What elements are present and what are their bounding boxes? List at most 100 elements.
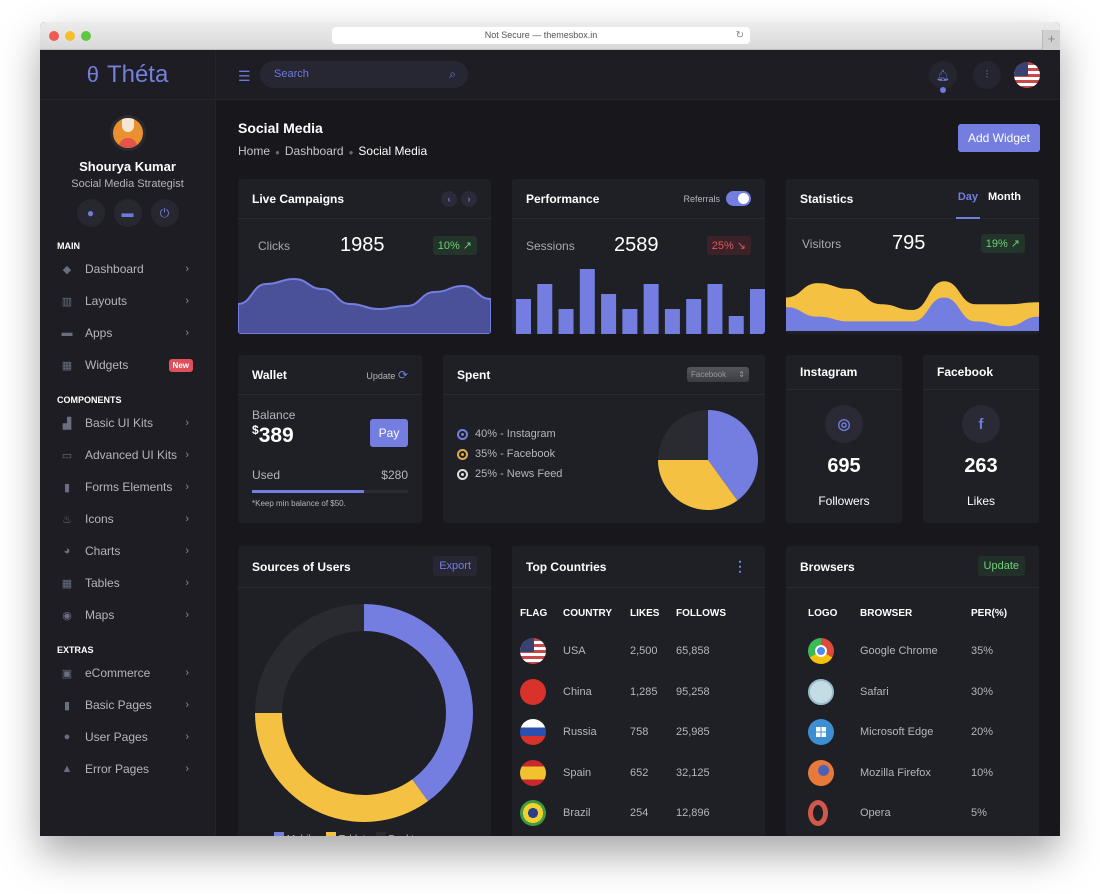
live-campaigns-card: Live Campaigns ‹ › Clicks 1985 10% ↗ [238,179,491,334]
country-cell: Brazil [563,807,591,820]
breadcrumb-dashboard[interactable]: Dashboard [285,144,344,158]
language-flag-us[interactable] [1014,62,1040,88]
top-countries-card: Top Countries ⋮ FLAG COUNTRY LIKES FOLLOWS … [512,546,765,836]
wallet-note: *Keep min balance of $50. [252,499,346,508]
edge-logo-icon [808,719,834,746]
page-header: Social Media Home ● Dashboard ● Social Media… [238,120,1040,158]
name-cell: Opera [860,807,891,820]
sidebar-item-basic-pages[interactable]: ▮ Basic Pages › [40,689,215,721]
notification-dot [940,87,946,93]
sidebar-item-label: Advanced UI Kits [85,448,178,462]
column-header[interactable]: LOGO [808,608,860,631]
warning-icon: ▲ [61,763,73,775]
user-icon[interactable]: ● [76,199,105,227]
sessions-bar-chart [516,269,765,334]
profile-name: Shourya Kumar [79,159,176,174]
sidebar-item-tables[interactable]: ▦ Tables › [40,567,215,599]
toggle-icon: ▭ [61,449,73,462]
file-icon: ▮ [63,481,71,494]
statistics-card: Statistics Day Month Visitors 795 19% ↗ [786,179,1039,334]
search-icon[interactable]: ⌕ [449,61,456,88]
column-header[interactable]: COUNTRY [563,608,630,631]
table-row: Mozilla Firefox 10% [808,753,1021,794]
sidebar-item-error-pages[interactable]: ▲ Error Pages › [40,753,215,785]
column-header[interactable]: PER(%) [971,608,1021,631]
add-widget-button[interactable]: Add Widget [958,124,1040,152]
menu-toggle-icon[interactable]: ☰ [238,68,251,85]
sidebar-item-ecommerce[interactable]: ▣ eCommerce › [40,657,215,689]
breadcrumb-home[interactable]: Home [238,144,270,158]
follows-cell: 12,896 [676,807,710,820]
refresh-icon[interactable]: ⟳ [398,368,408,382]
column-header[interactable]: BROWSER [860,608,971,631]
search-placeholder: Search [274,68,309,80]
legend-tablet: Tablet [326,832,366,836]
update-link[interactable]: Update [366,371,395,381]
likes-label: Likes [966,494,995,508]
session-bar [558,309,574,334]
sidebar-item-charts[interactable]: ◕ Charts › [40,535,215,567]
notifications-button[interactable]: 🔔︎ [929,61,957,93]
follows-cell: 32,125 [676,766,710,779]
session-bar [601,294,617,334]
reload-icon[interactable]: ↻ [736,27,744,44]
per-cell: 20% [971,726,994,739]
chevron-right-icon: › [185,513,189,525]
sidebar-item-basic-ui-kits[interactable]: ▟ Basic UI Kits › [40,407,215,439]
flag-spain-icon [520,759,546,786]
name-cell: Google Chrome [860,645,938,658]
brand-logo[interactable]: θ Théta [40,50,215,100]
topbar: ☰ Search ⌕ 🔔︎ ⫶ [216,50,1060,100]
balance-label: Balance [252,408,296,422]
update-button[interactable]: Update [977,556,1025,576]
table-row: China 1,285 95,258 [520,672,746,713]
pay-button[interactable]: Pay [370,419,408,447]
used-label: Used [252,468,281,482]
more-options-icon[interactable]: ⋮ [733,558,747,575]
sidebar-item-label: Basic Pages [85,698,152,712]
country-cell: Spain [563,766,592,779]
flag-brazil-icon [520,800,546,827]
sidebar-item-dashboard[interactable]: ◆ Dashboard › [40,253,215,285]
sidebar-item-label: Basic UI Kits [85,416,154,430]
maximize-window-button[interactable] [81,31,91,41]
close-window-button[interactable] [49,31,59,41]
name-cell: Safari [860,685,889,698]
table-row: Microsoft Edge 20% [808,712,1021,753]
sidebar-item-advanced-ui-kits[interactable]: ▭ Advanced UI Kits › [40,439,215,471]
sidebar-item-forms-elements[interactable]: ▮ Forms Elements › [40,471,215,503]
sidebar-item-user-pages[interactable]: ● User Pages › [40,721,215,753]
table-row: Safari 30% [808,672,1021,713]
flag-russia-icon [520,719,546,746]
new-tab-button[interactable]: + [1042,30,1060,50]
sidebar-item-layouts[interactable]: ▥ Layouts › [40,285,215,317]
column-header[interactable]: FLAG [520,608,563,631]
sidebar-item-widgets[interactable]: ▦ Widgets New [40,349,215,381]
sidebar-item-apps[interactable]: ▬ Apps › [40,317,215,349]
avatar[interactable] [109,115,146,151]
minimize-window-button[interactable] [65,31,75,41]
countries-table: FLAG COUNTRY LIKES FOLLOWS USA 2,500 65,858 Ch… [520,608,746,834]
country-cell: USA [563,645,586,658]
address-bar[interactable]: Not Secure — themesbox.in ↻ [332,27,750,44]
chevron-right-icon: › [185,577,189,589]
chevron-right-icon: › [185,667,189,679]
likes-cell: 652 [630,766,649,779]
legend-mobile: Mobile [274,832,316,836]
new-badge: New [168,358,193,372]
opera-logo-icon [808,800,828,827]
power-icon[interactable]: ⏻ [150,199,179,227]
settings-button[interactable]: ⫶ [973,61,1001,89]
sidebar-item-icons[interactable]: ♨ Icons › [40,503,215,535]
chevron-right-icon: › [185,417,189,429]
likes-cell: 254 [630,807,649,820]
mail-icon[interactable]: ▬ [113,199,142,227]
column-header[interactable]: LIKES [630,608,676,631]
sidebar-item-maps[interactable]: ◉ Maps › [40,599,215,631]
browser-titlebar: Not Secure — themesbox.in ↻ + [40,22,1060,50]
column-header[interactable]: FOLLOWS [676,608,746,631]
spent-pie-chart [658,410,758,510]
browsers-table: LOGO BROWSER PER(%) Google Chrome 35% Safari… [808,608,1021,834]
search-input[interactable]: Search ⌕ [260,61,468,88]
name-cell: Mozilla Firefox [860,766,931,779]
